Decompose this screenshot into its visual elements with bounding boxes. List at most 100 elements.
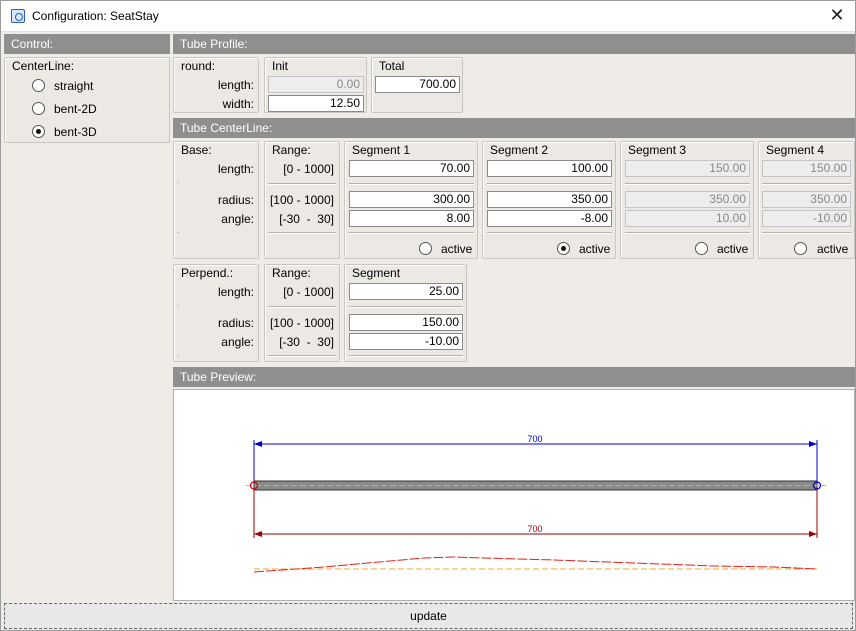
- segment-1-active-radio[interactable]: [419, 242, 432, 255]
- control-header: Control:: [4, 34, 170, 54]
- top-dimension-left-arrow: [254, 441, 262, 447]
- range-group: Range: [0 - 1000] [100 - 1000] [-30 - 30…: [264, 141, 340, 259]
- perpend-range-title: Range:: [272, 266, 311, 280]
- close-icon[interactable]: ✕: [825, 5, 849, 27]
- segment-1-group: Segment 1 70.00 300.00 8.00 active: [344, 141, 478, 259]
- init-group: Init 0.00 12.50: [264, 57, 367, 113]
- range-separator-1: [268, 183, 336, 185]
- segment-1-length-field[interactable]: 70.00: [349, 160, 474, 177]
- perpend-range-radius: [100 - 1000]: [269, 316, 334, 330]
- segment-2-angle-field[interactable]: -8.00: [487, 210, 612, 227]
- tube-preview-canvas[interactable]: 700 700: [173, 389, 855, 601]
- init-width-field[interactable]: 12.50: [268, 95, 364, 112]
- perpend-dot-2: .: [177, 349, 180, 358]
- segment-1-title: Segment 1: [352, 143, 411, 157]
- perpend-range-separator-2: [268, 355, 336, 357]
- radio-bent-3d[interactable]: [32, 125, 45, 138]
- range-title: Range:: [272, 143, 311, 157]
- segment-4-separator-1: [762, 183, 851, 185]
- segment-2-length-field[interactable]: 100.00: [487, 160, 612, 177]
- bottom-dimension-left-arrow: [254, 531, 262, 537]
- segment-4-radius-field[interactable]: 350.00: [762, 191, 851, 208]
- perpend-angle-label: angle:: [221, 335, 254, 349]
- segment-3-active-radio[interactable]: [695, 242, 708, 255]
- perpend-angle-field[interactable]: -10.00: [349, 333, 463, 350]
- radio-straight-label: straight: [54, 79, 94, 93]
- bottom-dimension-label: 700: [527, 524, 542, 534]
- segment-4-length-field[interactable]: 150.00: [762, 160, 851, 177]
- segment-3-radius-field[interactable]: 350.00: [625, 191, 750, 208]
- perpend-dot-1: .: [177, 299, 180, 308]
- segment-3-active-label: active: [717, 242, 749, 256]
- base-length-label: length:: [217, 162, 254, 176]
- total-field[interactable]: 700.00: [375, 76, 460, 93]
- radio-bent-2d[interactable]: [32, 102, 45, 115]
- segment-2-separator-1: [487, 183, 612, 185]
- base-angle-label: angle:: [221, 212, 254, 226]
- round-title: round:: [181, 59, 216, 73]
- segment-1-radius-field[interactable]: 300.00: [349, 191, 474, 208]
- segment-4-title: Segment 4: [766, 143, 825, 157]
- base-dot-2: .: [177, 226, 180, 235]
- segment-3-length-field[interactable]: 150.00: [625, 160, 750, 177]
- profile-width-label: width:: [222, 97, 254, 111]
- segment-4-active-radio[interactable]: [794, 242, 807, 255]
- segment-2-active-label: active: [579, 242, 611, 256]
- title-bar: Configuration: SeatStay ✕: [1, 1, 855, 32]
- segment-4-active-label: active: [817, 242, 849, 256]
- segment-3-group: Segment 3 150.00 350.00 10.00 active: [620, 141, 754, 259]
- segment-2-radius-field[interactable]: 350.00: [487, 191, 612, 208]
- app-icon: [11, 9, 25, 23]
- perpend-length-field[interactable]: 25.00: [349, 283, 463, 300]
- segment-3-separator-1: [625, 183, 750, 185]
- perpend-title: Perpend.:: [181, 266, 234, 280]
- radio-bent-2d-label: bent-2D: [54, 102, 97, 116]
- profile-length-label: length:: [217, 78, 254, 92]
- segment-2-separator-2: [487, 232, 612, 234]
- segment-4-separator-2: [762, 232, 851, 234]
- segment-1-angle-field[interactable]: 8.00: [349, 210, 474, 227]
- segment-1-separator-1: [349, 183, 474, 185]
- segment-3-title: Segment 3: [628, 143, 687, 157]
- base-dot-1: .: [177, 176, 180, 185]
- segment-3-separator-2: [625, 232, 750, 234]
- base-radius-label: radius:: [217, 193, 254, 207]
- segment-2-title: Segment 2: [490, 143, 549, 157]
- window-title: Configuration: SeatStay: [32, 9, 159, 23]
- range-separator-2: [268, 232, 336, 234]
- update-button[interactable]: update: [4, 603, 853, 629]
- perpend-radius-field[interactable]: 150.00: [349, 314, 463, 331]
- tube-profile-header: Tube Profile:: [173, 34, 855, 54]
- perpend-range-angle: [-30 - 30]: [279, 335, 334, 349]
- bent-profile-curve: [253, 556, 818, 573]
- bottom-dimension-right-arrow: [809, 531, 817, 537]
- range-radius: [100 - 1000]: [269, 193, 334, 207]
- perpend-segment-group: Segment 25.00 150.00 -10.00: [344, 264, 467, 362]
- perpend-group: Perpend.: length: . radius: angle: .: [173, 264, 259, 362]
- segment-2-active-radio[interactable]: [557, 242, 570, 255]
- perpend-range-length: [0 - 1000]: [283, 285, 334, 299]
- segment-4-angle-field[interactable]: -10.00: [762, 210, 851, 227]
- configuration-window: Configuration: SeatStay ✕ Control: Cente…: [0, 0, 856, 631]
- segment-3-angle-field[interactable]: 10.00: [625, 210, 750, 227]
- round-group: round: length: width:: [173, 57, 259, 113]
- segment-1-separator-2: [349, 232, 474, 234]
- perpend-separator-2: [349, 355, 463, 357]
- perpend-range-group: Range: [0 - 1000] [100 - 1000] [-30 - 30…: [264, 264, 340, 362]
- segment-4-group: Segment 4 150.00 350.00 -10.00 active: [758, 141, 855, 259]
- top-dimension-right-arrow: [809, 441, 817, 447]
- segment-1-active-label: active: [441, 242, 473, 256]
- tube-preview-header: Tube Preview:: [173, 367, 855, 387]
- range-length: [0 - 1000]: [283, 162, 334, 176]
- top-dimension-label: 700: [527, 434, 542, 444]
- centerline-group: CenterLine: straight bent-2D bent-3D: [4, 57, 170, 143]
- init-length-field[interactable]: 0.00: [268, 76, 364, 93]
- radio-straight[interactable]: [32, 79, 45, 92]
- tube-preview-drawing: 700 700: [246, 434, 826, 573]
- range-angle: [-30 - 30]: [279, 212, 334, 226]
- centerline-group-title: CenterLine:: [12, 59, 75, 73]
- perpend-segment-title: Segment: [352, 266, 401, 280]
- perpend-range-separator-1: [268, 306, 336, 308]
- tube-centerline-header: Tube CenterLine:: [173, 118, 855, 138]
- base-title: Base:: [181, 143, 212, 157]
